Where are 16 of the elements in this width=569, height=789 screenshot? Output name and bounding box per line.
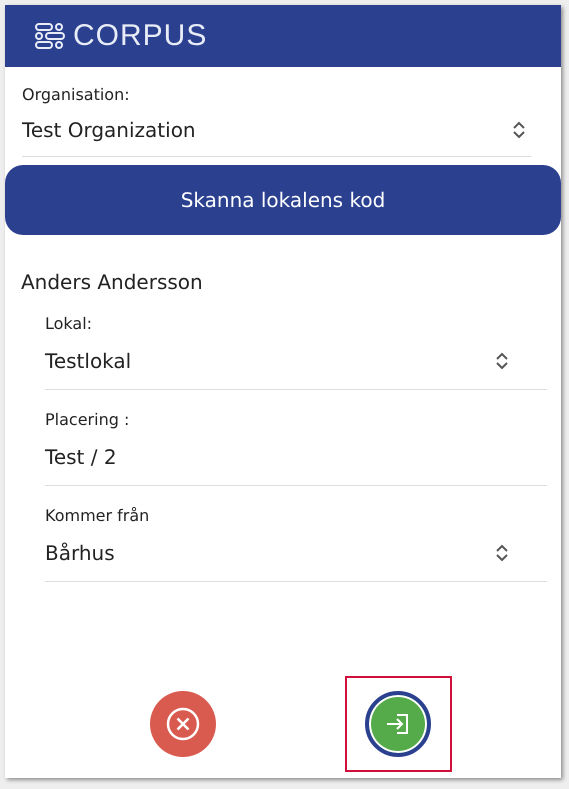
field-label: Lokal: [45, 314, 94, 333]
field-label: Organisation: [22, 85, 131, 104]
logo-icon [35, 23, 65, 49]
close-icon [166, 707, 200, 741]
chevron-updown-icon [512, 121, 526, 139]
field-label: Placering : [45, 410, 130, 429]
scan-button[interactable]: Skanna lokalens kod [5, 165, 561, 235]
chevron-updown-icon [495, 352, 509, 370]
person-name: Anders Andersson [21, 270, 204, 294]
input-field[interactable]: Test / 2 [45, 429, 547, 486]
chevron-updown-icon [495, 544, 509, 562]
select-field[interactable]: Bårhus [45, 525, 547, 582]
select-field[interactable]: Testlokal [45, 333, 547, 390]
organisation-select[interactable]: Test Organization [22, 104, 531, 157]
brand-name: CORPUS [73, 19, 208, 53]
field-label: Kommer från [45, 506, 150, 525]
